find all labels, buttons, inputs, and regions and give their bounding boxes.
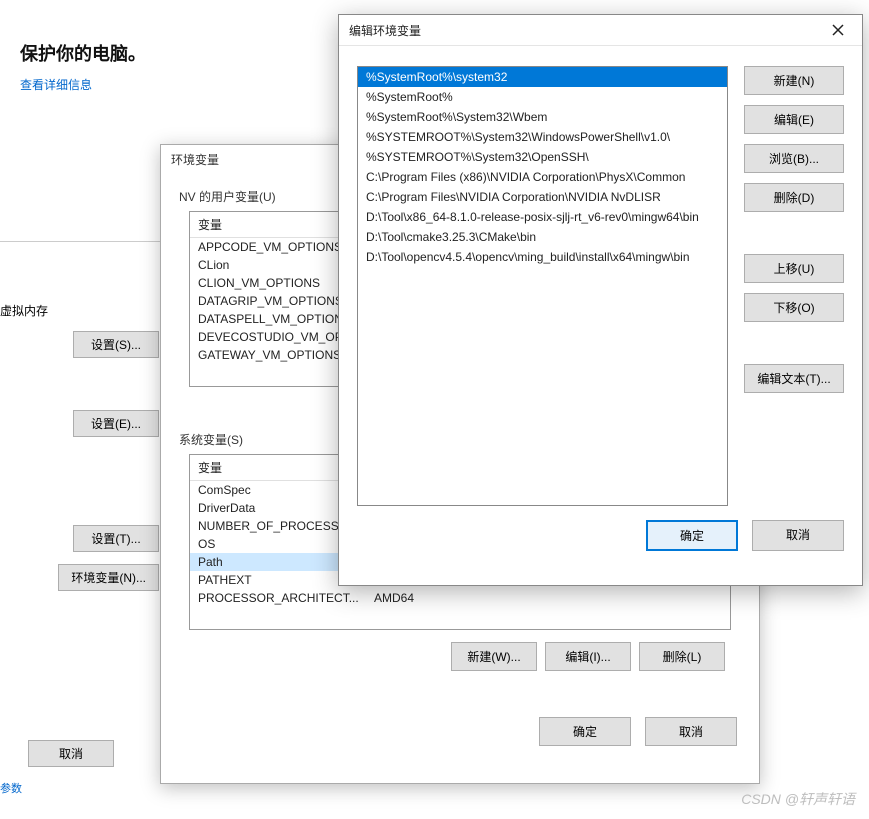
delete-button-l[interactable]: 删除(L) (639, 642, 725, 671)
path-entry[interactable]: D:\Tool\x86_64-8.1.0-release-posix-sjlj-… (358, 207, 727, 227)
path-entry[interactable]: D:\Tool\cmake3.25.3\CMake\bin (358, 227, 727, 247)
settings-button-s[interactable]: 设置(S)... (73, 331, 159, 358)
new-button[interactable]: 新建(N) (744, 66, 844, 95)
path-entry[interactable]: %SYSTEMROOT%\System32\OpenSSH\ (358, 147, 727, 167)
left-column: 虚拟内存 设置(S)... 设置(E)... 设置(T)... 环境变量(N).… (0, 230, 165, 643)
edit-environment-variable-dialog: 编辑环境变量 %SystemRoot%\system32%SystemRoot%… (338, 14, 863, 586)
settings-button-t[interactable]: 设置(T)... (73, 525, 159, 552)
path-entry[interactable]: C:\Program Files (x86)\NVIDIA Corporatio… (358, 167, 727, 187)
virtual-memory-label: 虚拟内存 (0, 302, 165, 319)
edit-dialog-title: 编辑环境变量 (349, 22, 421, 39)
env-bottom-row: 确定 取消 (161, 699, 759, 760)
path-entry[interactable]: %SystemRoot% (358, 87, 727, 107)
cancel-button[interactable]: 取消 (752, 520, 844, 551)
edit-bottom-row: 确定 取消 (339, 520, 862, 567)
edit-text-button[interactable]: 编辑文本(T)... (744, 364, 844, 393)
divider (0, 230, 165, 242)
cancel-button[interactable]: 取消 (645, 717, 737, 746)
bg-button-row: 取消 (28, 740, 114, 767)
path-entry[interactable]: %SYSTEMROOT%\System32\WindowsPowerShell\… (358, 127, 727, 147)
close-icon (832, 24, 844, 36)
move-up-button[interactable]: 上移(U) (744, 254, 844, 283)
new-button-w[interactable]: 新建(W)... (451, 642, 537, 671)
path-entry[interactable]: %SystemRoot%\System32\Wbem (358, 107, 727, 127)
system-vars-button-row: 新建(W)... 编辑(I)... 删除(L) (189, 630, 731, 675)
ok-button[interactable]: 确定 (539, 717, 631, 746)
delete-button[interactable]: 删除(D) (744, 183, 844, 212)
path-entry[interactable]: %SystemRoot%\system32 (358, 67, 727, 87)
edit-button-i[interactable]: 编辑(I)... (545, 642, 631, 671)
path-entries-list[interactable]: %SystemRoot%\system32%SystemRoot%%System… (357, 66, 728, 506)
ok-button[interactable]: 确定 (646, 520, 738, 551)
table-row[interactable]: PROCESSOR_ARCHITECT...AMD64 (190, 589, 730, 607)
side-buttons: 新建(N) 编辑(E) 浏览(B)... 删除(D) 上移(U) 下移(O) 编… (744, 66, 844, 506)
edit-button[interactable]: 编辑(E) (744, 105, 844, 134)
browse-button[interactable]: 浏览(B)... (744, 144, 844, 173)
close-button[interactable] (820, 19, 856, 41)
cancel-button[interactable]: 取消 (28, 740, 114, 767)
edit-titlebar: 编辑环境变量 (339, 15, 862, 46)
environment-variables-button[interactable]: 环境变量(N)... (58, 564, 159, 591)
path-entry[interactable]: D:\Tool\opencv4.5.4\opencv\ming_build\in… (358, 247, 727, 267)
path-entry[interactable]: C:\Program Files\NVIDIA Corporation\NVID… (358, 187, 727, 207)
settings-button-e[interactable]: 设置(E)... (73, 410, 159, 437)
move-down-button[interactable]: 下移(O) (744, 293, 844, 322)
footer-link[interactable]: 参数 (0, 780, 22, 796)
